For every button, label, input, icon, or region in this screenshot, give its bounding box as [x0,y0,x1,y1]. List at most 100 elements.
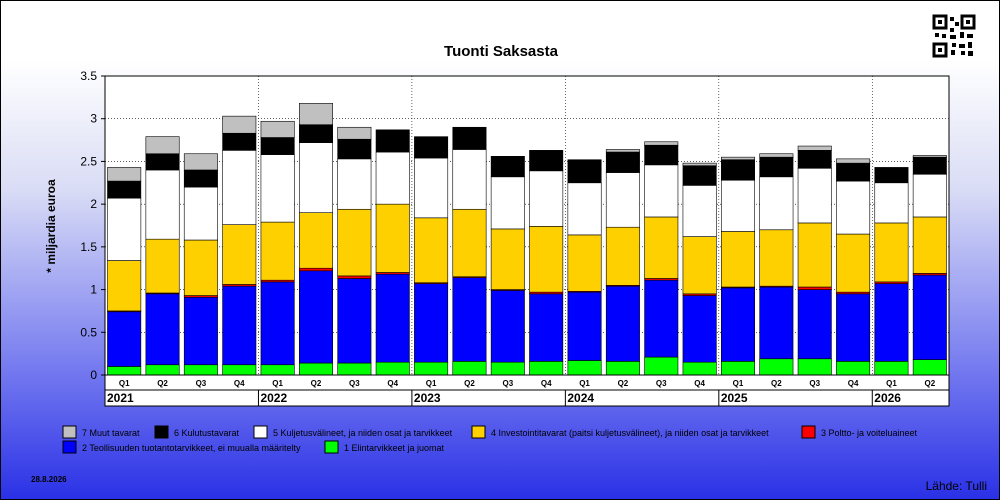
bar-segment [759,153,794,158]
bar-segment [490,361,525,376]
quarter-label: Q4 [694,379,705,388]
quarter-axis [104,374,950,391]
bar-segment [567,234,602,292]
year-label: 2023 [414,391,441,405]
legend-label: 2 Teollisuuden tuotantotarvikkeet, ei mu… [82,443,301,453]
quarter-label: Q3 [502,379,513,388]
bar-segment [759,229,794,287]
bar-segment [797,150,832,169]
bar-segment [490,228,525,290]
quarter-label: Q1 [733,379,744,388]
bar-segment [797,286,832,290]
bar-segment [874,361,909,376]
bar-segment [912,155,947,158]
bar-segment [145,364,180,376]
legend-swatch [62,440,77,454]
bar-segment [836,180,871,235]
bar-segment [682,236,717,295]
bar-segment [414,361,449,376]
legend-swatch [62,425,77,439]
bar-segment [260,221,295,281]
quarter-label: Q1 [886,379,897,388]
chart: Tuonti Saksasta * miljardia euroa 0 0.5 1 1… [44,43,950,454]
bar-segment [644,141,679,146]
quarter-label: Q2 [924,379,935,388]
bar-segment [337,138,372,160]
bar-segment [222,115,257,134]
bar-segment [721,231,755,288]
quarter-label: Q2 [771,379,782,388]
bar-segment [260,364,295,376]
bar-segment [529,293,564,362]
y-tick-label: 1 [90,283,97,297]
bar-segment [605,226,640,286]
bar-segment [529,150,564,172]
quarter-label: Q1 [579,379,590,388]
bar-segment [375,151,410,205]
bar-segment [874,222,909,283]
legend-swatch [253,425,268,439]
bar-segment [299,362,333,376]
y-tick-label: 0.5 [80,325,97,339]
legend-label: 6 Kulutustavarat [174,428,240,438]
quarter-label: Q3 [196,379,207,388]
y-tick-label: 2 [90,197,97,211]
legend-swatch [471,425,486,439]
bar-segment [874,167,909,184]
bar-segment [337,278,372,364]
legend-label: 7 Muut tavarat [82,428,140,438]
bar-segment [721,156,755,161]
bar-segment [759,358,794,376]
bar-segment [107,197,142,261]
year-label: 2021 [107,391,134,405]
year-label: 2022 [260,391,287,405]
bar-segment [721,159,755,181]
y-tick-label: 1.5 [80,240,97,254]
y-tick-label: 3.5 [80,69,97,83]
bar-segment [299,267,333,272]
bar-segment [759,176,794,231]
chart-frame: Tuonti Saksasta * miljardia euroa 0 0.5 1 1… [0,0,1000,500]
bar-segment [682,295,717,363]
bar-segment [797,222,832,288]
y-tick-label: 0 [90,368,97,382]
bar-segment [375,203,410,273]
bar-segment [375,361,410,376]
bar-segment [759,156,794,178]
quarter-label: Q1 [119,379,130,388]
bar-segment [874,182,909,224]
bar-segment [682,165,717,186]
quarter-label: Q1 [426,379,437,388]
y-axis-label: * miljardia euroa [44,179,58,273]
bar-segment [145,153,180,171]
bar-segment [605,151,640,173]
bar-segment [107,167,142,182]
bar-segment [183,169,218,188]
bar-segment [260,137,295,155]
quarter-label: Q3 [656,379,667,388]
bar-segment [337,126,372,140]
bar-segment [797,145,832,151]
bar-segment [222,132,257,151]
bar-segment [836,293,871,362]
bar-segment [682,162,717,167]
quarter-label: Q1 [272,379,283,388]
quarter-label: Q2 [157,379,168,388]
bar-segment [529,170,564,227]
bar-segment [644,164,679,218]
bar-segment [452,208,487,278]
bar-segment [721,179,755,232]
bar-segment [222,150,257,225]
bar-segment [912,216,947,274]
bar-segment [260,120,295,138]
bar-segment [222,364,257,376]
bar-segment [490,156,525,178]
bar-segment [107,260,142,312]
bar-segment [682,185,717,237]
quarter-label: Q4 [848,379,859,388]
legend-label: 1 Elintarvikkeet ja juomat [344,443,445,453]
bar-segment [836,233,871,293]
bar-segment [145,169,180,240]
year-axis [104,389,950,407]
bar-segment [452,149,487,210]
